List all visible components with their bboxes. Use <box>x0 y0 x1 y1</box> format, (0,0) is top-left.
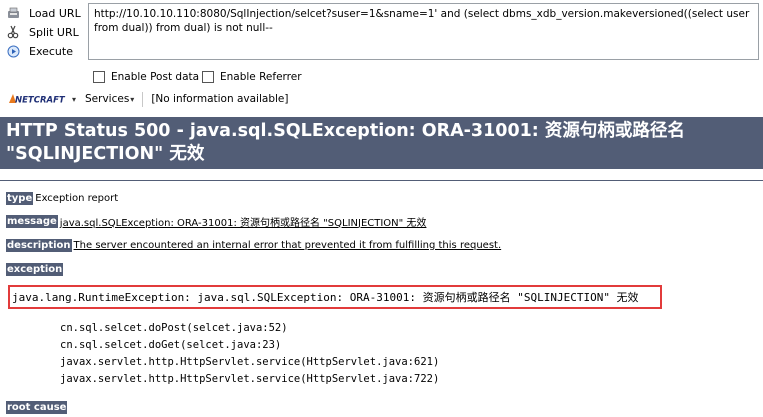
stack-trace-line: cn.sql.selcet.doPost(selcet.java:52) <box>60 322 288 334</box>
netcraft-logo[interactable]: NETCRAFT <box>8 93 66 106</box>
site-info-text: [No information available] <box>151 93 289 105</box>
execute-label: Execute <box>29 44 73 58</box>
split-url-button[interactable]: Split URL <box>6 23 79 41</box>
divider <box>0 180 763 181</box>
stack-trace-line: cn.sql.selcet.doGet(selcet.java:23) <box>60 339 282 351</box>
exception-row: exception <box>6 262 64 276</box>
stack-trace-line: javax.servlet.http.HttpServlet.service(H… <box>60 373 440 385</box>
services-dropdown-icon[interactable]: ▾ <box>130 95 134 104</box>
execute-icon <box>6 44 20 58</box>
load-url-icon <box>6 6 20 20</box>
root-cause-row: root cause <box>6 400 68 414</box>
enable-post-label: Enable Post data <box>111 71 200 83</box>
type-label: type <box>6 191 34 205</box>
enable-post-option[interactable]: Enable Post data <box>93 70 199 84</box>
enable-referrer-option[interactable]: Enable Referrer <box>202 70 302 84</box>
services-menu[interactable]: Services <box>85 93 129 105</box>
message-label: message <box>6 214 58 228</box>
type-row: type Exception report <box>6 191 118 205</box>
message-row: message java.sql.SQLException: ORA-31001… <box>6 214 427 229</box>
url-textarea[interactable]: http://10.10.10.110:8080/SqlInjection/se… <box>88 3 759 60</box>
load-url-label: Load URL <box>29 6 81 20</box>
split-url-label: Split URL <box>29 25 79 39</box>
stack-trace: cn.sql.selcet.doPost(selcet.java:52) cn.… <box>60 320 439 388</box>
svg-text:NETCRAFT: NETCRAFT <box>15 96 66 106</box>
type-value: Exception report <box>35 192 119 204</box>
description-value: The server encountered an internal error… <box>73 239 502 251</box>
enable-post-checkbox[interactable] <box>93 71 105 83</box>
enable-referrer-label: Enable Referrer <box>220 71 302 83</box>
page-title: HTTP Status 500 - java.sql.SQLException:… <box>0 117 763 169</box>
execute-button[interactable]: Execute <box>6 42 73 60</box>
exception-highlight-box: java.lang.RuntimeException: java.sql.SQL… <box>8 285 662 309</box>
split-url-icon <box>6 25 20 39</box>
load-url-button[interactable]: Load URL <box>6 4 81 22</box>
exception-label: exception <box>6 262 64 276</box>
description-row: description The server encountered an in… <box>6 238 501 252</box>
root-cause-label: root cause <box>6 400 68 414</box>
exception-value: java.lang.RuntimeException: java.sql.SQL… <box>12 291 639 304</box>
netcraft-toolbar: NETCRAFT ▾ Services ▾ [No information av… <box>0 90 288 108</box>
toolbar-separator <box>142 91 144 107</box>
netcraft-dropdown-icon[interactable]: ▾ <box>72 95 76 104</box>
message-value: java.sql.SQLException: ORA-31001: 资源句柄或路… <box>59 217 427 229</box>
enable-referrer-checkbox[interactable] <box>202 71 214 83</box>
description-label: description <box>6 238 72 252</box>
stack-trace-line: javax.servlet.http.HttpServlet.service(H… <box>60 356 440 368</box>
hackbar-panel: Load URL Split URL Execute http://10.10.… <box>0 0 763 113</box>
